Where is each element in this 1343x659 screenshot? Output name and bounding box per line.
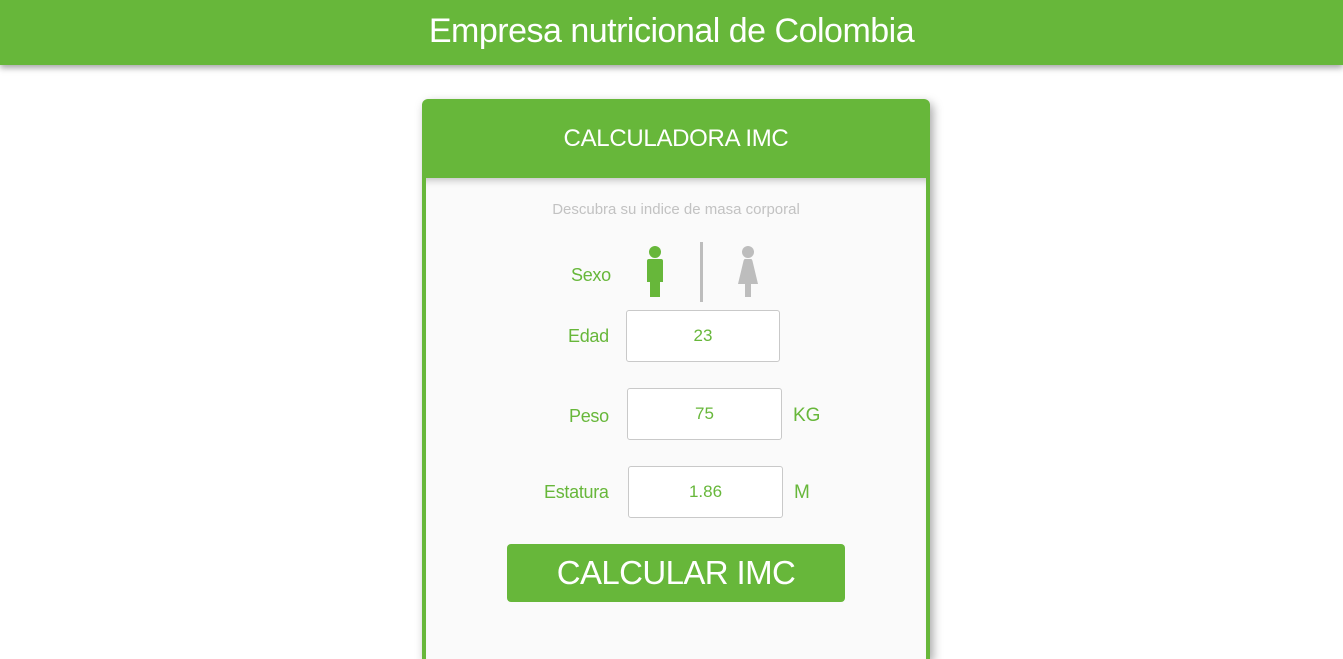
height-input[interactable]: 1.86 [628, 466, 783, 518]
weight-unit: KG [793, 405, 821, 426]
height-unit: M [794, 482, 810, 503]
sex-divider [700, 242, 703, 302]
calculate-bmi-button[interactable]: CALCULAR IMC [507, 544, 845, 602]
sex-label: Sexo [571, 265, 611, 285]
age-input[interactable]: 23 [626, 310, 780, 362]
calculator-body: Descubra su indice de masa corporal Sexo… [426, 178, 926, 659]
age-label: Edad [568, 326, 609, 346]
calculator-subtitle: Descubra su indice de masa corporal [552, 201, 800, 218]
bmi-calculator-card: CALCULADORA IMC Descubra su indice de ma… [422, 99, 930, 659]
weight-label: Peso [569, 406, 609, 426]
weight-input[interactable]: 75 [627, 388, 782, 440]
page-title: Empresa nutricional de Colombia [428, 12, 915, 50]
top-header-bar: Empresa nutricional de Colombia [0, 0, 1343, 65]
male-icon[interactable] [643, 246, 667, 298]
calculator-title: CALCULADORA IMC [563, 124, 789, 152]
female-icon[interactable] [736, 246, 760, 298]
height-label: Estatura [544, 482, 609, 502]
